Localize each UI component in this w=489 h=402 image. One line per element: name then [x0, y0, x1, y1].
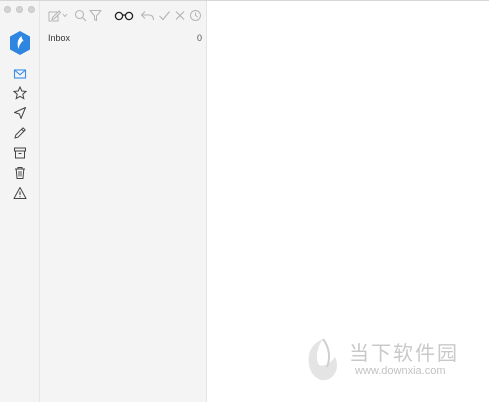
window-zoom-button[interactable]	[28, 6, 35, 13]
watermark-url: www.downxia.com	[355, 365, 446, 377]
envelope-icon	[13, 68, 26, 79]
filter-button[interactable]	[89, 8, 102, 22]
app-logo-icon	[10, 31, 30, 55]
filter-icon	[89, 9, 102, 21]
sidebar-item-starred[interactable]	[12, 85, 27, 100]
sidebar	[0, 1, 40, 402]
mailbox-title: Inbox	[48, 33, 71, 43]
watermark-title: 当下软件园	[349, 341, 459, 365]
site-watermark: 当下软件园 www.downxia.com	[303, 335, 473, 385]
search-button[interactable]	[73, 8, 87, 22]
mark-done-button[interactable]	[158, 8, 171, 22]
unread-count: 0	[196, 33, 202, 43]
pencil-icon	[14, 126, 26, 138]
sidebar-item-inbox[interactable]	[12, 66, 27, 81]
reply-icon	[140, 10, 155, 20]
trash-icon	[14, 166, 25, 179]
clock-icon	[190, 9, 201, 21]
sidebar-item-trash[interactable]	[12, 165, 27, 180]
close-icon	[175, 10, 185, 20]
archive-icon	[13, 147, 26, 158]
message-list-pane: Inbox 0	[40, 1, 207, 402]
app-window: Inbox 0 当下软件园 www.downxia.com	[0, 0, 489, 402]
window-close-button[interactable]	[4, 6, 11, 13]
warning-icon	[13, 186, 26, 199]
sidebar-item-spam[interactable]	[12, 185, 27, 200]
reply-button[interactable]	[140, 8, 155, 22]
sidebar-item-drafts[interactable]	[12, 125, 27, 140]
send-icon	[13, 106, 26, 119]
read-mode-button[interactable]	[114, 8, 134, 22]
window-minimize-button[interactable]	[16, 6, 23, 13]
delete-button[interactable]	[174, 8, 186, 22]
check-icon	[159, 10, 170, 20]
watermark-logo-icon	[308, 338, 337, 381]
sidebar-item-archive[interactable]	[12, 145, 27, 160]
compose-icon	[48, 9, 68, 21]
glasses-icon	[114, 11, 134, 20]
snooze-button[interactable]	[189, 8, 202, 22]
compose-button[interactable]	[48, 8, 70, 22]
sidebar-item-sent[interactable]	[12, 105, 27, 120]
star-icon	[12, 85, 27, 100]
search-icon	[74, 9, 86, 21]
